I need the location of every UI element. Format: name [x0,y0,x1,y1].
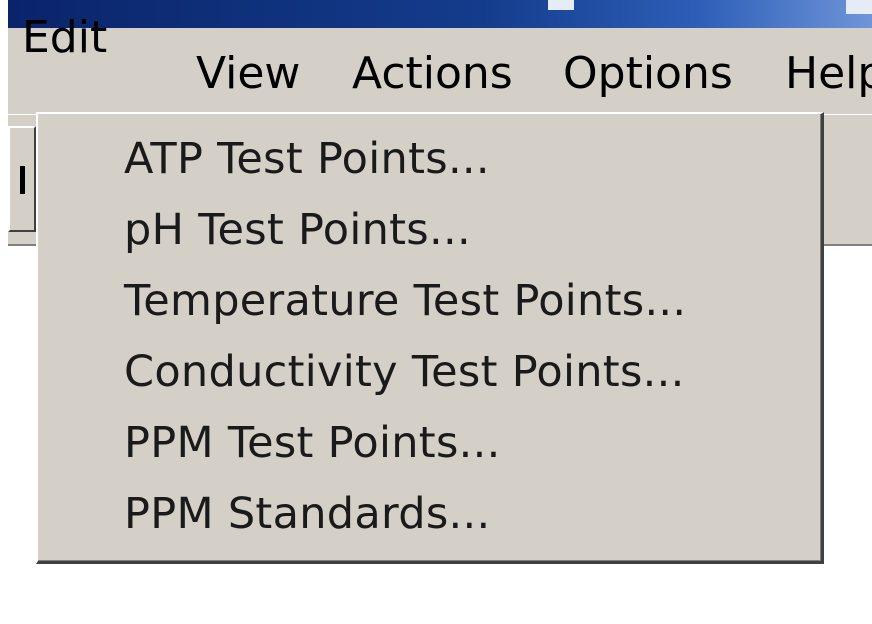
menu-item-ppm-test-points[interactable]: PPM Test Points... [124,410,501,476]
edit-menu-dropdown: ATP Test Points... pH Test Points... Tem… [36,112,824,564]
menu-item-ph-test-points[interactable]: pH Test Points... [124,197,471,263]
menu-item-ppm-standards[interactable]: PPM Standards... [124,481,490,547]
toolbar-button[interactable] [8,126,36,232]
title-bar [8,0,872,28]
menu-actions[interactable]: Actions [352,48,513,100]
title-text-fragment [548,0,574,10]
window-left-edge [0,0,8,624]
menu-edit-label: Edit [22,12,108,63]
menu-item-temperature-test-points[interactable]: Temperature Test Points... [124,268,686,334]
menu-help[interactable]: Help [785,48,872,100]
menu-item-conductivity-test-points[interactable]: Conductivity Test Points... [124,339,685,405]
menu-item-atp-test-points[interactable]: ATP Test Points... [124,126,490,192]
title-text-fragment [846,0,872,14]
menu-options[interactable]: Options [563,48,733,100]
menu-view[interactable]: View [196,48,300,100]
toolbar-button-glyph [20,166,25,194]
